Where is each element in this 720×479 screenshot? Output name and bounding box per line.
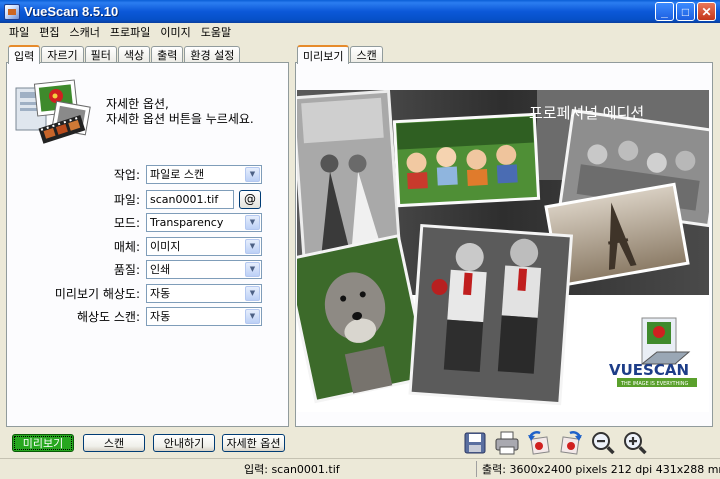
more-options-button[interactable]: 자세한 옵션 bbox=[222, 434, 285, 452]
preview-button[interactable]: 미리보기 bbox=[12, 434, 74, 452]
scan-resolution-select[interactable]: 자동 ▼ bbox=[146, 306, 262, 326]
status-separator bbox=[476, 461, 477, 477]
file-label: 파일: bbox=[113, 192, 140, 207]
quality-value: 인쇄 bbox=[150, 263, 171, 276]
file-name-input[interactable]: scan0001.tif bbox=[146, 189, 234, 209]
task-select[interactable]: 파일로 스캔 ▼ bbox=[146, 164, 262, 184]
scan-resolution-label: 해상도 스캔: bbox=[76, 309, 140, 324]
task-row: 작업: 파일로 스캔 ▼ bbox=[14, 164, 274, 184]
tab-color[interactable]: 색상 bbox=[117, 46, 151, 63]
preview-toolbar bbox=[462, 430, 648, 456]
quality-select[interactable]: 인쇄 ▼ bbox=[146, 259, 262, 279]
rotate-right-icon[interactable] bbox=[558, 430, 584, 456]
media-row: 매체: 이미지 ▼ bbox=[14, 236, 274, 256]
chevron-down-icon[interactable]: ▼ bbox=[245, 261, 260, 277]
menu-help[interactable]: 도움말 bbox=[196, 24, 236, 40]
tab-filter[interactable]: 필터 bbox=[84, 46, 117, 63]
close-button[interactable]: ✕ bbox=[697, 2, 716, 21]
preview-resolution-row: 미리보기 해상도: 자동 ▼ bbox=[14, 283, 274, 303]
status-bar: 입력: scan0001.tif 출력: 3600x2400 pixels 21… bbox=[0, 458, 720, 479]
hint-line-2: 자세한 옵션 버튼을 누르세요. bbox=[106, 112, 254, 126]
media-label: 매체: bbox=[113, 239, 140, 254]
menu-bar: 파일 편집 스캐너 프로파일 이미지 도움말 bbox=[0, 23, 720, 41]
menu-profile[interactable]: 프로파일 bbox=[105, 24, 155, 40]
logo-tagline: THE IMAGE IS EVERYTHING bbox=[620, 381, 689, 387]
status-input: 입력: scan0001.tif bbox=[244, 463, 340, 476]
maximize-button[interactable]: □ bbox=[676, 2, 695, 21]
tab-output[interactable]: 출력 bbox=[151, 46, 184, 63]
scan-button[interactable]: 스캔 bbox=[83, 434, 145, 452]
guide-button[interactable]: 안내하기 bbox=[153, 434, 215, 452]
quality-row: 품질: 인쇄 ▼ bbox=[14, 259, 274, 279]
edition-text: 프로페셔널 에디션 bbox=[529, 104, 644, 122]
tab-input[interactable]: 입력 bbox=[8, 45, 41, 64]
chevron-down-icon[interactable]: ▼ bbox=[245, 166, 260, 182]
photos-film-icon bbox=[15, 79, 91, 144]
chevron-down-icon[interactable]: ▼ bbox=[245, 308, 260, 324]
zoom-in-icon[interactable] bbox=[622, 430, 648, 456]
save-icon[interactable] bbox=[462, 430, 488, 456]
tab-prefs[interactable]: 환경 설정 bbox=[184, 46, 241, 63]
chevron-down-icon[interactable]: ▼ bbox=[245, 238, 260, 254]
mode-select[interactable]: Transparency ▼ bbox=[146, 212, 262, 232]
quality-label: 품질: bbox=[113, 262, 140, 277]
rotate-left-icon[interactable] bbox=[526, 430, 552, 456]
zoom-out-icon[interactable] bbox=[590, 430, 616, 456]
preview-image[interactable]: 프로페셔널 에디션 VUESCAN THE IMAGE IS EVERYTHIN… bbox=[297, 90, 709, 412]
chevron-down-icon[interactable]: ▼ bbox=[245, 285, 260, 301]
minimize-button[interactable]: _ bbox=[655, 2, 674, 21]
menu-file[interactable]: 파일 bbox=[4, 24, 34, 40]
media-value: 이미지 bbox=[150, 240, 181, 253]
logo-text: VUESCAN bbox=[609, 361, 689, 379]
preview-resolution-label: 미리보기 해상도: bbox=[54, 286, 140, 301]
task-label: 작업: bbox=[113, 167, 140, 182]
menu-edit[interactable]: 편집 bbox=[34, 24, 64, 40]
mode-value: Transparency bbox=[150, 215, 224, 229]
mode-row: 모드: Transparency ▼ bbox=[14, 212, 274, 232]
tab-scan[interactable]: 스캔 bbox=[350, 46, 383, 63]
scan-resolution-value: 자동 bbox=[150, 310, 171, 323]
title-bar[interactable]: VueScan 8.5.10 _ □ ✕ bbox=[0, 0, 720, 23]
status-output: 출력: 3600x2400 pixels 212 dpi 431x288 mm … bbox=[482, 463, 720, 476]
chevron-down-icon[interactable]: ▼ bbox=[245, 214, 260, 230]
scan-resolution-row: 해상도 스캔: 자동 ▼ bbox=[14, 306, 274, 326]
print-icon[interactable] bbox=[494, 430, 520, 456]
mode-label: 모드: bbox=[113, 215, 140, 230]
tab-crop[interactable]: 자르기 bbox=[41, 46, 84, 63]
right-tab-strip: 미리보기 스캔 bbox=[297, 44, 384, 64]
app-icon bbox=[4, 3, 20, 20]
window-title: VueScan 8.5.10 bbox=[24, 4, 119, 19]
hint-line-1: 자세한 옵션, bbox=[106, 97, 169, 111]
preview-resolution-select[interactable]: 자동 ▼ bbox=[146, 283, 262, 303]
hint-text: 자세한 옵션, 자세한 옵션 버튼을 누르세요. bbox=[106, 97, 254, 127]
tab-preview[interactable]: 미리보기 bbox=[297, 45, 350, 64]
left-tab-strip: 입력 자르기 필터 색상 출력 환경 설정 bbox=[8, 44, 241, 64]
file-row: 파일: scan0001.tif @ bbox=[14, 189, 274, 209]
menu-scanner[interactable]: 스캐너 bbox=[65, 24, 105, 40]
menu-image[interactable]: 이미지 bbox=[155, 24, 195, 40]
task-value: 파일로 스캔 bbox=[150, 168, 205, 181]
file-options-button[interactable]: @ bbox=[239, 189, 261, 209]
preview-resolution-value: 자동 bbox=[150, 287, 171, 300]
media-select[interactable]: 이미지 ▼ bbox=[146, 236, 262, 256]
